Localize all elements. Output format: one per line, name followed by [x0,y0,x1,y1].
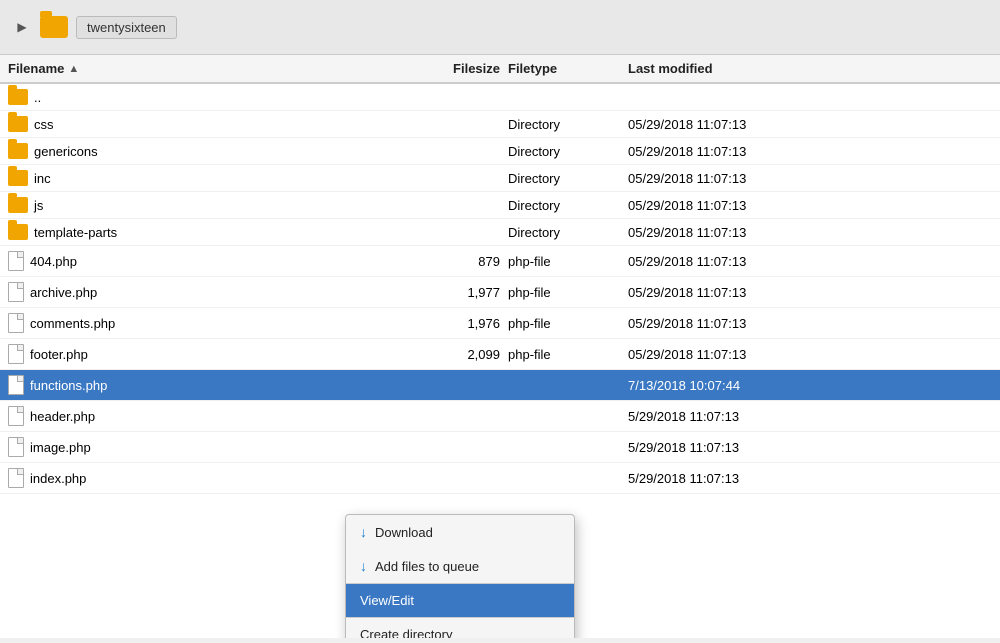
context-menu-label: Add files to queue [375,559,479,574]
context-menu: ↓ Download ↓ Add files to queue View/Edit Cre… [345,514,575,638]
file-date: 05/29/2018 11:07:13 [628,117,992,132]
file-name: template-parts [34,225,117,240]
file-date: 05/29/2018 11:07:13 [628,254,992,269]
file-date: 5/29/2018 11:07:13 [628,471,992,486]
filename-label: Filename [8,61,64,76]
parent-folder-icon [40,16,68,38]
col-header-lastmodified[interactable]: Last modified [628,61,992,76]
file-name: header.php [30,409,95,424]
file-name: 404.php [30,254,77,269]
file-size: 1,976 [428,316,508,331]
table-row[interactable]: index.php 5/29/2018 11:07:13 [0,463,1000,494]
file-type: Directory [508,144,628,159]
table-row[interactable]: image.php 5/29/2018 11:07:13 [0,432,1000,463]
table-row[interactable]: header.php 5/29/2018 11:07:13 [0,401,1000,432]
folder-icon [8,197,28,213]
file-icon [8,375,24,395]
file-type: Directory [508,198,628,213]
file-size: 879 [428,254,508,269]
file-icon [8,344,24,364]
folder-icon [8,143,28,159]
file-type: php-file [508,316,628,331]
table-row[interactable]: archive.php 1,977php-file05/29/2018 11:07… [0,277,1000,308]
file-name: comments.php [30,316,115,331]
context-menu-label: View/Edit [360,593,414,608]
col-header-filename[interactable]: Filename ▲ [8,61,428,76]
context-menu-item[interactable]: View/Edit [346,584,574,617]
folder-icon [8,170,28,186]
folder-icon [8,89,28,105]
file-type: Directory [508,117,628,132]
file-date: 05/29/2018 11:07:13 [628,198,992,213]
table-header: Filename ▲ Filesize Filetype Last modifi… [0,55,1000,84]
file-icon [8,251,24,271]
file-date: 05/29/2018 11:07:13 [628,171,992,186]
file-name: footer.php [30,347,88,362]
table-row[interactable]: 404.php 879php-file05/29/2018 11:07:13 [0,246,1000,277]
file-name: index.php [30,471,86,486]
col-header-filesize[interactable]: Filesize [428,61,508,76]
context-menu-label: Download [375,525,433,540]
table-row[interactable]: .. [0,84,1000,111]
file-date: 05/29/2018 11:07:13 [628,225,992,240]
file-date: 05/29/2018 11:07:13 [628,144,992,159]
file-icon [8,282,24,302]
file-list: ..cssDirectory05/29/2018 11:07:13generic… [0,84,1000,638]
table-row[interactable]: template-parts Directory05/29/2018 11:07:… [0,219,1000,246]
breadcrumb-folder-name[interactable]: twentysixteen [76,16,177,39]
file-icon [8,468,24,488]
file-name: inc [34,171,51,186]
folder-icon [8,116,28,132]
file-type: php-file [508,254,628,269]
file-size: 2,099 [428,347,508,362]
file-date: 7/13/2018 10:07:44 [628,378,992,393]
file-icon [8,406,24,426]
table-row[interactable]: genericons Directory05/29/2018 11:07:13 [0,138,1000,165]
sort-arrow: ▲ [68,63,79,75]
file-icon [8,313,24,333]
add-queue-icon: ↓ [360,558,367,574]
file-type: php-file [508,285,628,300]
file-name: archive.php [30,285,97,300]
context-menu-item[interactable]: ↓ Add files to queue [346,549,574,583]
file-date: 05/29/2018 11:07:13 [628,347,992,362]
table-row[interactable]: inc Directory05/29/2018 11:07:13 [0,165,1000,192]
file-size: 1,977 [428,285,508,300]
file-name: css [34,117,54,132]
file-name: image.php [30,440,91,455]
context-menu-item[interactable]: Create directory [346,618,574,638]
file-name: genericons [34,144,98,159]
file-date: 05/29/2018 11:07:13 [628,316,992,331]
top-bar: ▶ twentysixteen [0,0,1000,55]
table-row[interactable]: footer.php 2,099php-file05/29/2018 11:07:… [0,339,1000,370]
file-icon [8,437,24,457]
file-type: Directory [508,225,628,240]
file-date: 05/29/2018 11:07:13 [628,285,992,300]
file-name: functions.php [30,378,107,393]
play-button[interactable]: ▶ [12,17,32,37]
file-name: js [34,198,43,213]
table-row[interactable]: comments.php 1,976php-file05/29/2018 11:0… [0,308,1000,339]
folder-icon [8,224,28,240]
table-row[interactable]: functions.php 7/13/2018 10:07:44 [0,370,1000,401]
context-menu-label: Create directory [360,627,452,638]
table-row[interactable]: js Directory05/29/2018 11:07:13 [0,192,1000,219]
col-header-filetype[interactable]: Filetype [508,61,628,76]
file-name: .. [34,90,41,105]
context-menu-item[interactable]: ↓ Download [346,515,574,549]
download-icon: ↓ [360,524,367,540]
file-type: Directory [508,171,628,186]
file-type: php-file [508,347,628,362]
file-date: 5/29/2018 11:07:13 [628,440,992,455]
file-date: 5/29/2018 11:07:13 [628,409,992,424]
table-row[interactable]: css Directory05/29/2018 11:07:13 [0,111,1000,138]
